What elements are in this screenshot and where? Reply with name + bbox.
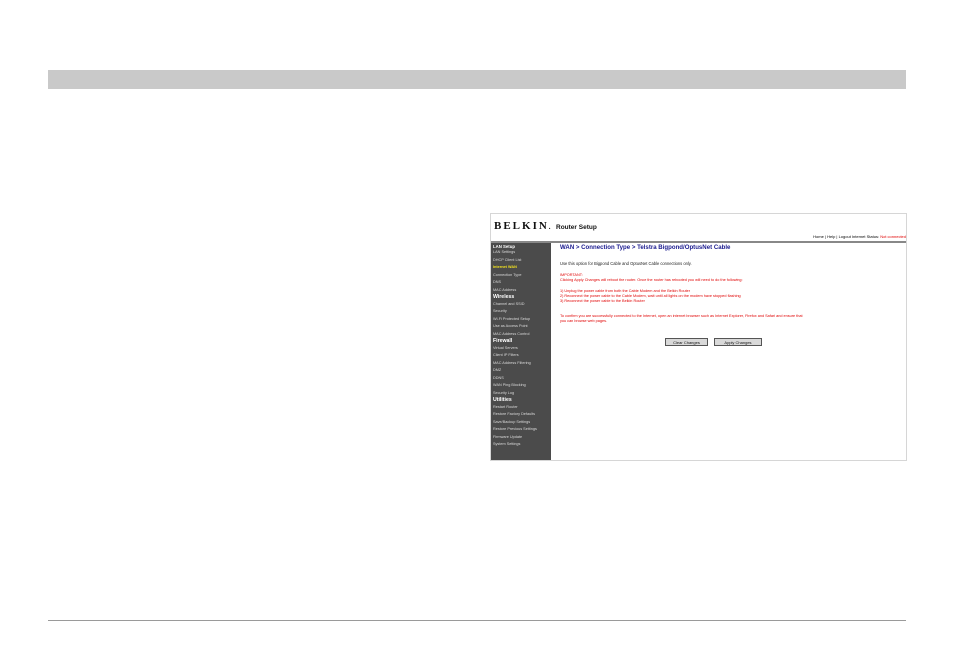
sidebar-item-system-settings[interactable]: System Settings: [491, 441, 551, 449]
sidebar-item-restart-router[interactable]: Restart Router: [491, 404, 551, 412]
apply-changes-button[interactable]: Apply Changes: [714, 338, 762, 346]
main-content: WAN > Connection Type > Telstra Bigpond/…: [551, 243, 906, 460]
sidebar-item-use-as-access-point[interactable]: Use as Access Point: [491, 323, 551, 331]
intro-text: Use this option for Bigpond Cable and Op…: [560, 261, 692, 266]
sidebar-item-security-log[interactable]: Security Log: [491, 390, 551, 398]
sidebar-section-internet-wan[interactable]: Internet WAN: [491, 264, 551, 272]
header-links: Home | Help | Logout Internet Status: No…: [813, 234, 906, 239]
clear-changes-button[interactable]: Clear Changes: [665, 338, 708, 346]
sidebar-item-dns[interactable]: DNS: [491, 279, 551, 287]
router-setup-screenshot: BELKIN. Router Setup Home | Help | Logou…: [490, 213, 907, 461]
sidebar-item-save-backup-settings[interactable]: Save/Backup Settings: [491, 419, 551, 427]
sidebar-item-lan-settings[interactable]: LAN Settings: [491, 249, 551, 257]
sidebar-item-client-ip-filters[interactable]: Client IP Filters: [491, 352, 551, 360]
step-3: 3) Reconnect the power cable to the Belk…: [560, 299, 645, 303]
page-footer-rule: [48, 620, 906, 621]
sidebar-item-restore-previous-settings[interactable]: Restore Previous Settings: [491, 426, 551, 434]
sidebar-item-firmware-update[interactable]: Firmware Update: [491, 434, 551, 442]
router-header: BELKIN. Router Setup Home | Help | Logou…: [491, 214, 906, 243]
sidebar-item-wi-fi-protected-setup[interactable]: Wi-Fi Protected Setup: [491, 316, 551, 324]
sidebar-item-mac-address[interactable]: MAC Address: [491, 287, 551, 295]
sidebar-item-mac-address-control[interactable]: MAC Address Control: [491, 331, 551, 339]
sidebar-item-restore-factory-defaults[interactable]: Restore Factory Defaults: [491, 411, 551, 419]
sidebar-item-dmz[interactable]: DMZ: [491, 367, 551, 375]
confirm-text-line2: you can browse web pages.: [560, 319, 608, 323]
sidebar-item-wan-ping-blocking[interactable]: WAN Ping Blocking: [491, 382, 551, 390]
app-title: Router Setup: [556, 224, 597, 231]
sidebar-item-dhcp-client-list[interactable]: DHCP Client List: [491, 257, 551, 265]
nav-links[interactable]: Home | Help | Logout: [813, 234, 851, 239]
important-text: Clicking Apply Changes will reboot the r…: [560, 278, 743, 282]
belkin-logo: BELKIN.: [494, 220, 551, 232]
sidebar-nav: LAN Setup LAN Settings DHCP Client List Int…: [491, 243, 551, 460]
sidebar-item-connection-type[interactable]: Connection Type: [491, 272, 551, 280]
page-header-bar: [48, 70, 906, 89]
sidebar-item-virtual-servers[interactable]: Virtual Servers: [491, 345, 551, 353]
sidebar-item-mac-address-filtering[interactable]: MAC Address Filtering: [491, 360, 551, 368]
breadcrumb: WAN > Connection Type > Telstra Bigpond/…: [560, 244, 731, 251]
sidebar-item-security[interactable]: Security: [491, 308, 551, 316]
sidebar-item-ddns[interactable]: DDNS: [491, 375, 551, 383]
sidebar-item-channel-and-ssid[interactable]: Channel and SSID: [491, 301, 551, 309]
internet-status-label: Internet Status:: [851, 234, 880, 239]
internet-status-value: Not connected: [880, 234, 906, 239]
